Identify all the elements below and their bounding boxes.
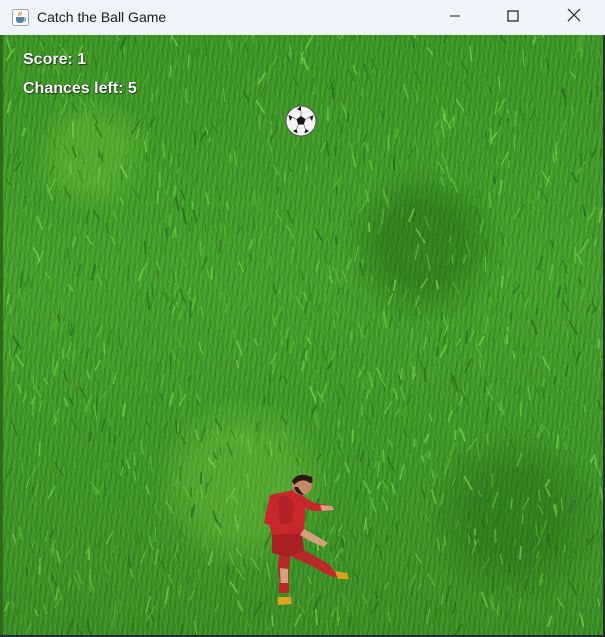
maximize-icon bbox=[507, 9, 519, 27]
soccer-player-icon bbox=[264, 474, 349, 605]
score-label: Score: 1 bbox=[23, 51, 87, 68]
soccer-ball-sprite bbox=[285, 105, 317, 137]
minimize-icon bbox=[449, 9, 461, 27]
close-button[interactable] bbox=[542, 0, 605, 35]
chances-left-label: Chances left: 5 bbox=[23, 80, 137, 97]
soccer-ball-icon bbox=[285, 105, 317, 137]
java-coffee-cup-icon bbox=[12, 9, 29, 26]
maximize-button[interactable] bbox=[484, 0, 542, 35]
window-title: Catch the Ball Game bbox=[37, 9, 167, 25]
title-bar[interactable]: Catch the Ball Game bbox=[0, 0, 605, 35]
game-canvas[interactable]: Score: 1 Chances left: 5 bbox=[3, 35, 603, 635]
game-window: Catch the Ball Game Score: 1 Chances lef… bbox=[0, 0, 605, 637]
player-sprite[interactable] bbox=[258, 473, 358, 613]
minimize-button[interactable] bbox=[426, 0, 484, 35]
close-icon bbox=[567, 8, 581, 27]
